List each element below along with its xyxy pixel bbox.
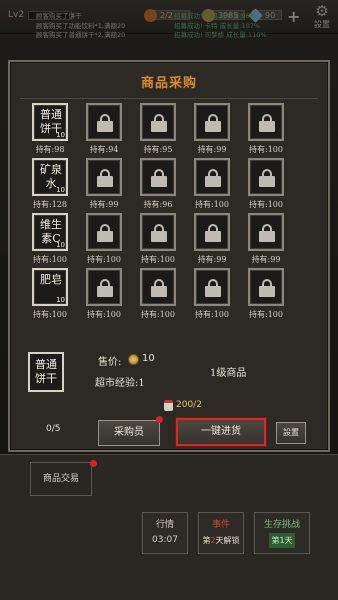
lock-icon [97,279,113,297]
event-unlock-post: 天解锁 [215,536,240,545]
locked-slot[interactable] [86,268,122,306]
lock-icon [259,224,275,242]
trade-tab[interactable]: 商品交易 [30,462,92,496]
held-count: 持有:94 [89,145,119,154]
buyer-count: 0/5 [46,424,61,434]
locked-slot[interactable] [140,268,176,306]
event-button[interactable]: 事件 第2天解锁 [198,512,244,554]
item-name: 肥皂 [40,273,62,286]
locked-slot[interactable] [140,213,176,251]
survival-title: 生存挑战 [263,520,300,530]
lock-icon [151,114,167,132]
held-count: 持有:99 [197,145,227,154]
purchaser-button[interactable]: 采购员 [98,420,160,446]
held-count: 持有:99 [197,255,227,264]
lock-icon [97,169,113,187]
item-count: 10 [56,241,65,249]
held-count: 持有:100 [33,310,67,319]
lock-icon [151,224,167,242]
held-count: 持有:100 [249,145,283,154]
one-key-restock-button[interactable]: 一键进货 [176,418,266,446]
lock-icon [151,279,167,297]
held-count: 持有:100 [87,310,121,319]
item-grade: 1级商品 [210,368,247,379]
locked-slot[interactable] [86,103,122,141]
held-count: 持有:100 [195,200,229,209]
held-count: 持有:95 [143,145,173,154]
held-count: 持有:100 [141,310,175,319]
locked-slot[interactable] [194,213,230,251]
held-count: 持有:99 [89,200,119,209]
price-value: 10 [142,353,155,364]
exp-label: 超市经验:1 [95,378,145,389]
item-slot[interactable]: 维生素C 10 [32,213,68,251]
held-count: 持有:96 [143,200,173,209]
selected-item-name: 普通饼干 [35,358,57,385]
item-slot[interactable]: 肥皂 10 [32,268,68,306]
can-icon [164,400,173,411]
lock-icon [259,169,275,187]
locked-slot[interactable] [140,158,176,196]
market-title: 行情 [155,520,174,530]
locked-slot[interactable] [194,158,230,196]
lock-icon [205,114,221,132]
locked-slot[interactable] [248,213,284,251]
event-title: 事件 [211,520,230,530]
survival-button[interactable]: 生存挑战 第1天 [254,512,310,554]
item-count: 10 [56,131,65,139]
item-slot[interactable]: 矿泉水 10 [32,158,68,196]
locked-slot[interactable] [86,213,122,251]
held-count: 持有:100 [33,255,67,264]
lock-icon [205,224,221,242]
item-grid: 普通饼干 10 持有:98 持有:94 持有:95 持有:99 持有:100 矿泉水 10 持有:… [20,98,318,346]
trade-notification-dot [90,460,97,467]
stock-count: 200/2 [176,400,202,410]
survival-day: 第1天 [269,533,295,548]
locked-slot[interactable] [140,103,176,141]
locked-slot[interactable] [248,103,284,141]
market-button[interactable]: 行情 03:07 [142,512,188,554]
market-time: 03:07 [152,535,178,545]
locked-slot[interactable] [194,103,230,141]
held-count: 持有:100 [195,310,229,319]
lock-icon [97,224,113,242]
lock-icon [259,279,275,297]
panel-settings-button[interactable]: 設置 [276,422,306,444]
held-count: 持有:99 [251,255,281,264]
locked-slot[interactable] [248,268,284,306]
lock-icon [151,169,167,187]
lock-icon [97,114,113,132]
held-count: 持有:98 [35,145,65,154]
locked-slot[interactable] [194,268,230,306]
held-count: 持有:100 [87,255,121,264]
item-slot[interactable]: 普通饼干 10 [32,103,68,141]
lock-icon [259,114,275,132]
event-unlock: 第2天解锁 [199,533,243,548]
panel-title: 商品采购 [140,76,197,91]
item-count: 10 [56,186,65,194]
purchase-panel: 商品采购 普通饼干 10 持有:98 持有:94 持有:95 持有:99 持有:100 矿泉水… [8,60,330,452]
locked-slot[interactable] [86,158,122,196]
purchaser-notification-dot [156,416,163,423]
held-count: 持有:100 [249,200,283,209]
coin-icon [128,354,139,365]
item-count: 10 [56,296,65,304]
selected-item-slot: 普通饼干 [28,352,64,392]
held-count: 持有:128 [33,200,67,209]
lock-icon [205,279,221,297]
locked-slot[interactable] [248,158,284,196]
held-count: 持有:100 [249,310,283,319]
held-count: 持有:100 [141,255,175,264]
lock-icon [205,169,221,187]
price-label: 售价: [98,357,122,368]
